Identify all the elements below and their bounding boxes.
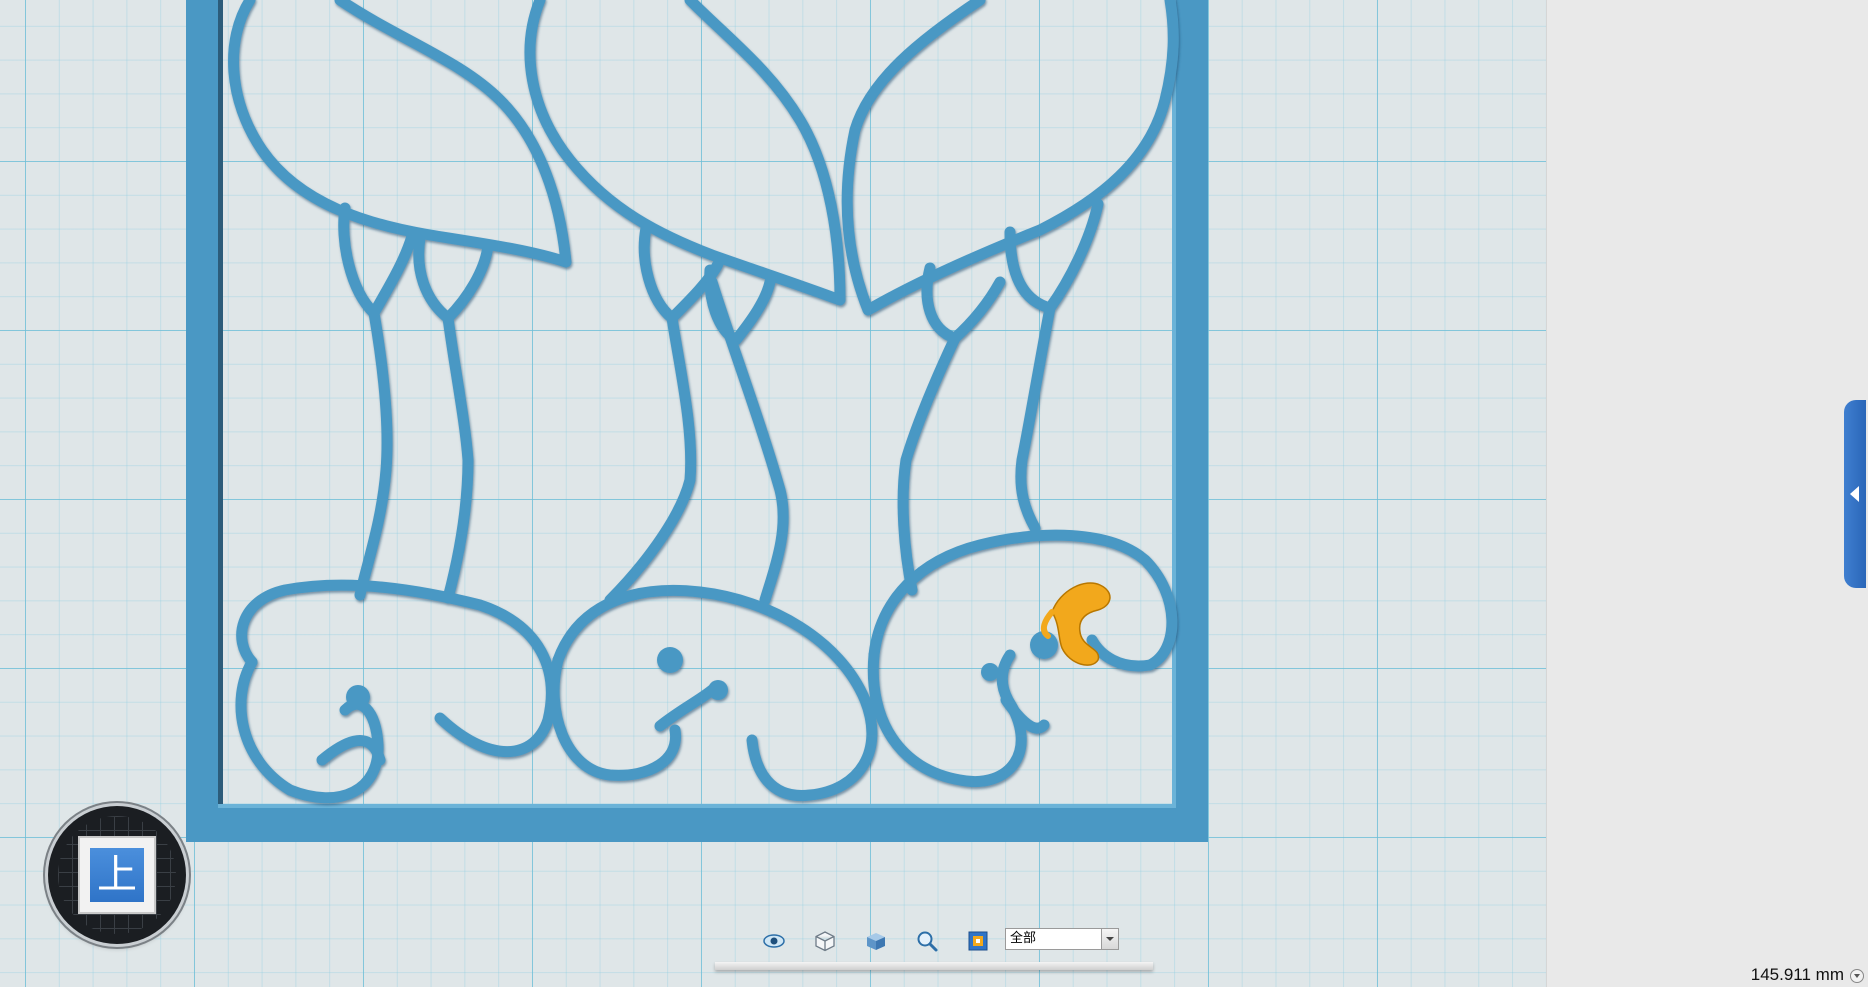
3d-viewport[interactable]	[0, 0, 1546, 987]
frame	[186, 0, 1208, 842]
filter-select[interactable]: 全部	[1005, 928, 1119, 950]
ornament	[228, 0, 1179, 804]
solid-cube-icon[interactable]	[863, 928, 889, 954]
view-cube[interactable]: 上	[48, 806, 186, 944]
zoom-icon[interactable]	[914, 928, 940, 954]
chevron-down-icon[interactable]	[1101, 929, 1118, 949]
view-cube-face[interactable]: 上	[78, 836, 156, 914]
collapse-arrow-icon	[1850, 486, 1859, 502]
right-side-panel	[1546, 0, 1868, 987]
panel-toggle-button[interactable]	[1844, 400, 1866, 588]
view-cube-face-label: 上	[90, 848, 144, 902]
model-canvas[interactable]	[0, 0, 1546, 987]
filter-select-value: 全部	[1010, 931, 1037, 946]
wireframe-cube-icon[interactable]	[812, 928, 838, 954]
measurement-dropdown-icon[interactable]	[1850, 969, 1864, 983]
eye-icon[interactable]	[761, 928, 787, 954]
bottom-toolbar: 全部	[715, 920, 1153, 974]
toolbar-shelf	[715, 962, 1153, 970]
measurement-readout: 145.911 mm	[1750, 965, 1844, 984]
render-mode-icon[interactable]	[965, 928, 991, 954]
